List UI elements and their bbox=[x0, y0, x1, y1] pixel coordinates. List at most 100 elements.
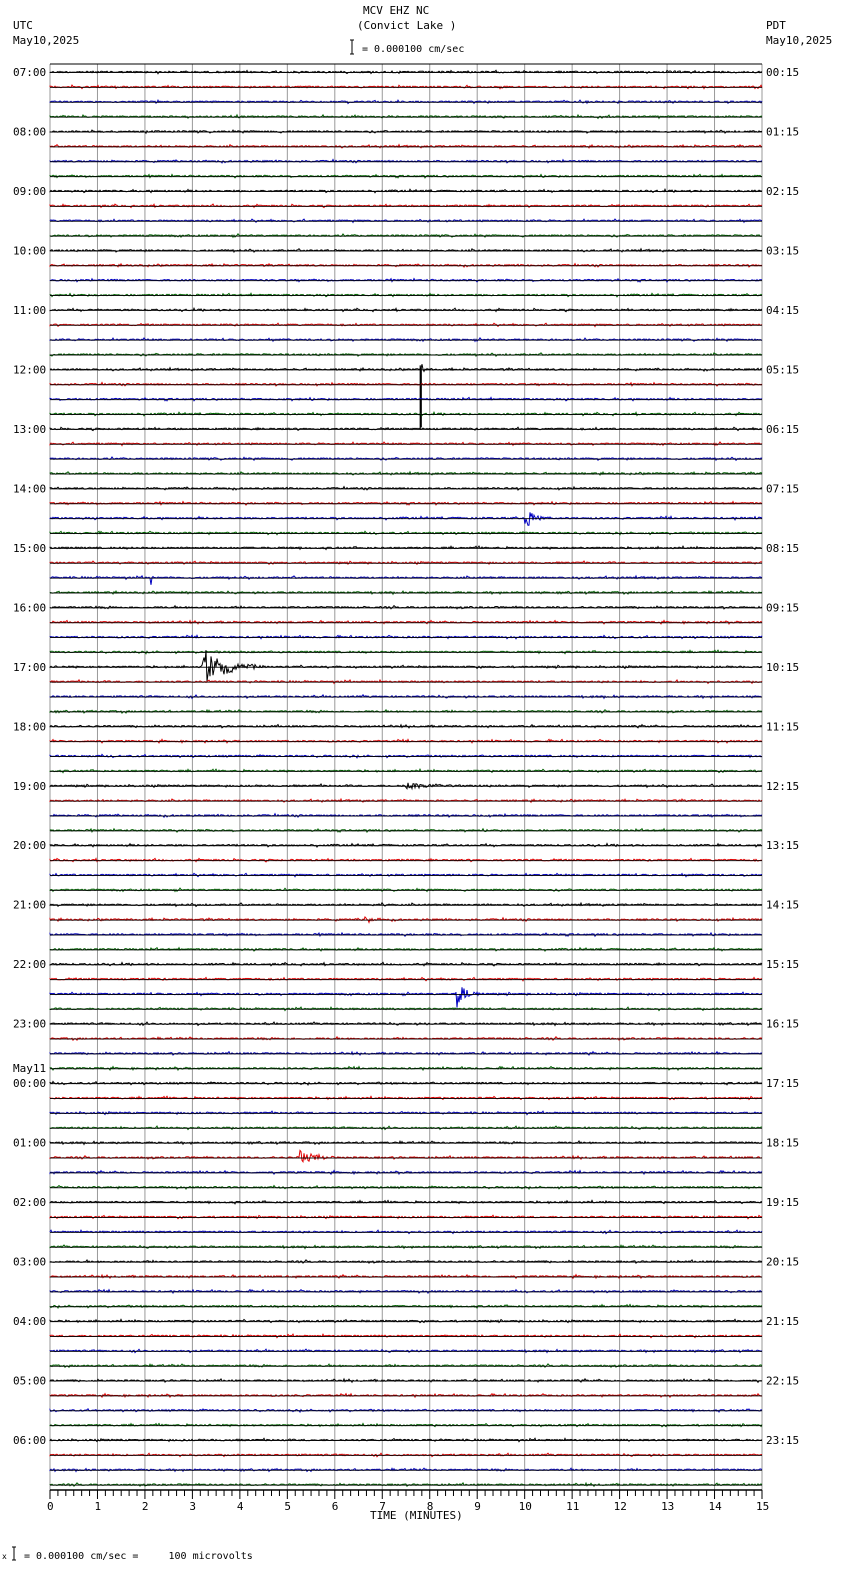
x-tick-label: 11 bbox=[566, 1500, 579, 1513]
utc-hour-label: 14:00 bbox=[13, 482, 46, 495]
utc-hour-label: 19:00 bbox=[13, 780, 46, 793]
pdt-hour-label: 07:15 bbox=[766, 482, 799, 495]
utc-hour-label: 12:00 bbox=[13, 363, 46, 376]
x-tick-label: 12 bbox=[614, 1500, 627, 1513]
trace-line bbox=[49, 1259, 763, 1265]
utc-hour-label: 07:00 bbox=[13, 66, 46, 79]
trace-line bbox=[49, 560, 763, 566]
trace-line bbox=[49, 381, 763, 387]
event-spike bbox=[419, 365, 422, 430]
utc-hour-label: 06:00 bbox=[13, 1434, 46, 1447]
pdt-hour-label: 06:15 bbox=[766, 423, 799, 436]
utc-hour-label: 04:00 bbox=[13, 1315, 46, 1328]
footer-scale-note: = 0.000100 cm/sec = 100 microvolts bbox=[24, 1551, 253, 1562]
trace-line bbox=[49, 158, 763, 164]
pdt-hour-label: 10:15 bbox=[766, 661, 799, 674]
x-tick-label: 9 bbox=[474, 1500, 481, 1513]
trace-line bbox=[49, 678, 763, 685]
utc-hour-label: 16:00 bbox=[13, 601, 46, 614]
scale-label: = 0.000100 cm/sec bbox=[362, 44, 464, 55]
x-tick-label: 0 bbox=[47, 1500, 54, 1513]
utc-hour-label: 11:00 bbox=[13, 304, 46, 317]
utc-hour-label: 23:00 bbox=[13, 1018, 46, 1031]
station-title: MCV EHZ NC bbox=[363, 4, 429, 17]
trace-line bbox=[49, 352, 763, 358]
trace-line bbox=[49, 143, 763, 149]
trace-line bbox=[49, 545, 763, 551]
utc-hour-label: 05:00 bbox=[13, 1375, 46, 1388]
trace-line bbox=[49, 1169, 763, 1176]
pdt-hour-label: 09:15 bbox=[766, 601, 799, 614]
utc-hour-label: 20:00 bbox=[13, 839, 46, 852]
x-tick-label: 4 bbox=[237, 1500, 244, 1513]
utc-hour-label: 15:00 bbox=[13, 542, 46, 555]
pdt-hour-label: 17:15 bbox=[766, 1077, 799, 1090]
station-location: (Convict Lake ) bbox=[357, 19, 456, 32]
trace-line bbox=[49, 1377, 763, 1384]
trace-line bbox=[49, 1422, 763, 1428]
x-tick-label: 13 bbox=[661, 1500, 674, 1513]
pdt-hour-label: 04:15 bbox=[766, 304, 799, 317]
trace-line bbox=[49, 262, 763, 268]
pdt-hour-label: 15:15 bbox=[766, 958, 799, 971]
utc-hour-label: 03:00 bbox=[13, 1256, 46, 1269]
trace-line bbox=[49, 1363, 763, 1369]
trace-line bbox=[49, 782, 763, 791]
footer-scale-bar-icon bbox=[12, 1546, 16, 1561]
trace-line bbox=[49, 1006, 763, 1012]
trace-line bbox=[49, 485, 763, 491]
x-axis-label: TIME (MINUTES) bbox=[370, 1509, 463, 1522]
utc-hour-label: 08:00 bbox=[13, 125, 46, 138]
trace-line bbox=[49, 232, 763, 239]
trace-line bbox=[49, 797, 763, 804]
pdt-hour-label: 05:15 bbox=[766, 363, 799, 376]
pdt-hour-label: 13:15 bbox=[766, 839, 799, 852]
footer-marker: x bbox=[2, 1552, 7, 1561]
pdt-hour-label: 02:15 bbox=[766, 185, 799, 198]
x-tick-label: 2 bbox=[142, 1500, 149, 1513]
trace-line bbox=[49, 961, 763, 967]
pdt-hour-label: 14:15 bbox=[766, 899, 799, 912]
pdt-hour-label: 20:15 bbox=[766, 1256, 799, 1269]
left-timezone: UTC bbox=[13, 19, 33, 32]
trace-line bbox=[49, 901, 763, 908]
seismic-traces bbox=[49, 69, 763, 1488]
trace-line bbox=[49, 1095, 763, 1101]
trace-line bbox=[49, 1035, 763, 1042]
utc-hour-label: 01:00 bbox=[13, 1137, 46, 1150]
trace-line bbox=[49, 604, 763, 610]
utc-hour-label: 09:00 bbox=[13, 185, 46, 198]
trace-line bbox=[49, 411, 763, 417]
trace-line bbox=[49, 470, 763, 477]
pdt-hour-label: 00:15 bbox=[766, 66, 799, 79]
trace-line bbox=[49, 987, 763, 1008]
utc-hour-label: 00:00 bbox=[13, 1077, 46, 1090]
date-change-label: May11 bbox=[13, 1062, 46, 1075]
trace-line bbox=[49, 84, 763, 90]
utc-hour-label: 22:00 bbox=[13, 958, 46, 971]
trace-line bbox=[49, 337, 763, 343]
helicorder-plot: MCV EHZ NC (Convict Lake ) UTC May10,202… bbox=[2, 4, 832, 1562]
x-tick-label: 10 bbox=[519, 1500, 532, 1513]
pdt-hour-label: 03:15 bbox=[766, 244, 799, 257]
pdt-hour-label: 08:15 bbox=[766, 542, 799, 555]
right-timezone: PDT bbox=[766, 19, 786, 32]
pdt-hour-label: 22:15 bbox=[766, 1375, 799, 1388]
trace-line bbox=[49, 1050, 763, 1057]
x-tick-label: 6 bbox=[332, 1500, 339, 1513]
x-tick-label: 5 bbox=[284, 1500, 291, 1513]
x-tick-label: 3 bbox=[189, 1500, 196, 1513]
pdt-hour-label: 01:15 bbox=[766, 125, 799, 138]
pdt-hour-label: 19:15 bbox=[766, 1196, 799, 1209]
trace-line bbox=[49, 1199, 763, 1205]
left-date: May10,2025 bbox=[13, 34, 79, 47]
utc-hour-label: 18:00 bbox=[13, 720, 46, 733]
pdt-hour-label: 23:15 bbox=[766, 1434, 799, 1447]
trace-line bbox=[49, 1318, 763, 1324]
trace-line bbox=[49, 574, 763, 585]
trace-line bbox=[49, 708, 763, 714]
utc-hour-label: 10:00 bbox=[13, 244, 46, 257]
right-date: May10,2025 bbox=[766, 34, 832, 47]
trace-line bbox=[49, 1437, 763, 1443]
trace-line bbox=[49, 247, 763, 254]
